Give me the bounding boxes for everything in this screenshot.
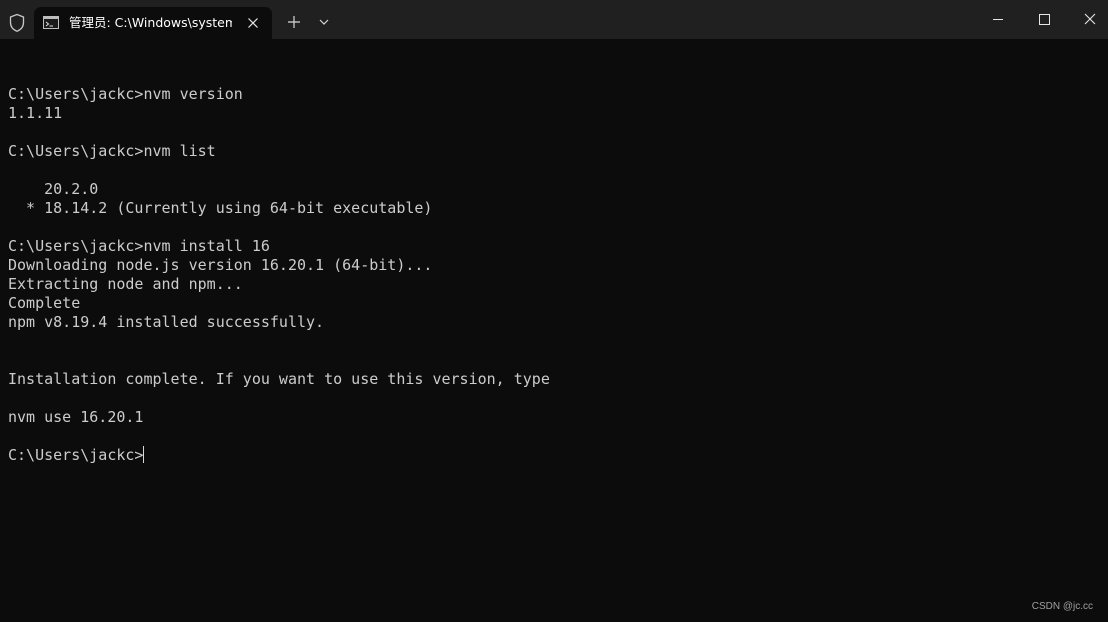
maximize-icon[interactable] <box>1034 10 1054 30</box>
console-line: 1.1.11 <box>8 104 63 122</box>
title-bar[interactable]: 管理员: C:\Windows\system32\cmd.exe <box>0 0 1108 39</box>
tab-cmd[interactable]: 管理员: C:\Windows\system32\cmd.exe <box>34 7 272 39</box>
watermark: CSDN @jc.cc <box>1031 601 1093 612</box>
close-icon[interactable] <box>1080 10 1100 30</box>
console-line: 20.2.0 <box>8 180 99 198</box>
console-line: nvm use 16.20.1 <box>8 408 144 426</box>
console-line: C:\Users\jackc>nvm list <box>8 142 216 160</box>
console-prompt: C:\Users\jackc> <box>8 446 144 464</box>
tab-title: 管理员: C:\Windows\system32\cmd.exe <box>69 15 232 30</box>
console-prompt-line[interactable]: C:\Users\jackc> <box>8 446 1098 465</box>
terminal-window: 管理员: C:\Windows\system32\cmd.exe C:\User… <box>0 0 1108 622</box>
cmd-icon <box>43 16 59 29</box>
chevron-down-icon[interactable] <box>315 14 333 30</box>
minimize-icon[interactable] <box>988 10 1008 30</box>
shield-icon <box>9 13 25 32</box>
console-line: Downloading node.js version 16.20.1 (64-… <box>8 256 433 274</box>
console-line: Installation complete. If you want to us… <box>8 370 550 388</box>
console-line: Complete <box>8 294 81 312</box>
console-output[interactable]: C:\Users\jackc>nvm version 1.1.11 C:\Users… <box>8 66 1098 586</box>
tab-close-icon[interactable] <box>243 13 263 33</box>
console-line: Extracting node and npm... <box>8 275 243 293</box>
console-line: * 18.14.2 (Currently using 64-bit execut… <box>8 199 433 217</box>
new-tab-plus-icon[interactable] <box>285 13 303 31</box>
text-cursor <box>143 446 145 463</box>
console-line: npm v8.19.4 installed successfully. <box>8 313 325 331</box>
console-line: C:\Users\jackc>nvm version <box>8 85 243 103</box>
console-line: C:\Users\jackc>nvm install 16 <box>8 237 270 255</box>
